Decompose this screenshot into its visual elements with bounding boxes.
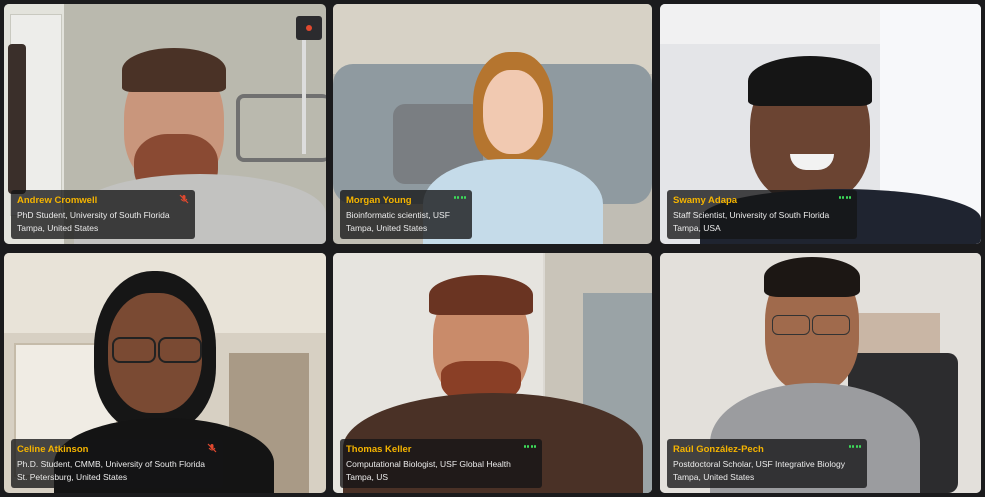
participant-tile[interactable]: Raúl González-Pech Postdoctoral Scholar,… bbox=[660, 253, 981, 493]
participant-caption: Morgan Young Bioinformatic scientist, US… bbox=[340, 190, 472, 239]
camera-device-icon bbox=[296, 16, 322, 40]
participant-title: Ph.D. Student, CMMB, University of South… bbox=[17, 459, 206, 469]
participant-location: St. Petersburg, United States bbox=[17, 472, 128, 482]
audio-level-icon bbox=[453, 196, 466, 199]
video-call-grid: Andrew Cromwell PhD Student, University … bbox=[0, 0, 985, 497]
participant-tile[interactable]: Thomas Keller Computational Biologist, U… bbox=[333, 253, 652, 493]
participant-location: Tampa, United States bbox=[346, 223, 428, 233]
mic-muted-icon bbox=[207, 443, 217, 453]
participant-title: Bioinformatic scientist, USF bbox=[346, 210, 450, 220]
participant-title: Computational Biologist, USF Global Heal… bbox=[346, 459, 511, 469]
audio-level-icon bbox=[523, 445, 536, 448]
participant-caption: Thomas Keller Computational Biologist, U… bbox=[340, 439, 542, 488]
audio-level-icon bbox=[848, 445, 861, 448]
participant-tile[interactable]: Celine Atkinson Ph.D. Student, CMMB, Uni… bbox=[4, 253, 326, 493]
audio-level-icon bbox=[838, 196, 851, 199]
participant-location: Tampa, United States bbox=[673, 472, 755, 482]
participant-name: Raúl González-Pech bbox=[673, 444, 764, 455]
participant-name: Swamy Adapa bbox=[673, 195, 738, 206]
participant-caption: Raúl González-Pech Postdoctoral Scholar,… bbox=[667, 439, 867, 488]
participant-caption: Celine Atkinson Ph.D. Student, CMMB, Uni… bbox=[11, 439, 223, 488]
participant-tile[interactable]: Swamy Adapa Staff Scientist, University … bbox=[660, 4, 981, 244]
participant-name: Thomas Keller bbox=[346, 444, 412, 455]
participant-title: PhD Student, University of South Florida bbox=[17, 210, 170, 220]
participant-name: Andrew Cromwell bbox=[17, 195, 98, 206]
participant-location: Tampa, US bbox=[346, 472, 389, 482]
participant-tile[interactable]: Morgan Young Bioinformatic scientist, US… bbox=[333, 4, 652, 244]
participant-location: Tampa, United States bbox=[17, 223, 99, 233]
participant-location: Tampa, USA bbox=[673, 223, 721, 233]
mic-muted-icon bbox=[179, 194, 189, 204]
participant-caption: Swamy Adapa Staff Scientist, University … bbox=[667, 190, 857, 239]
participant-caption: Andrew Cromwell PhD Student, University … bbox=[11, 190, 195, 239]
participant-tile[interactable]: Andrew Cromwell PhD Student, University … bbox=[4, 4, 326, 244]
participant-name: Celine Atkinson bbox=[17, 444, 89, 455]
participant-name: Morgan Young bbox=[346, 195, 412, 206]
participant-title: Staff Scientist, University of South Flo… bbox=[673, 210, 830, 220]
participant-title: Postdoctoral Scholar, USF Integrative Bi… bbox=[673, 459, 845, 469]
